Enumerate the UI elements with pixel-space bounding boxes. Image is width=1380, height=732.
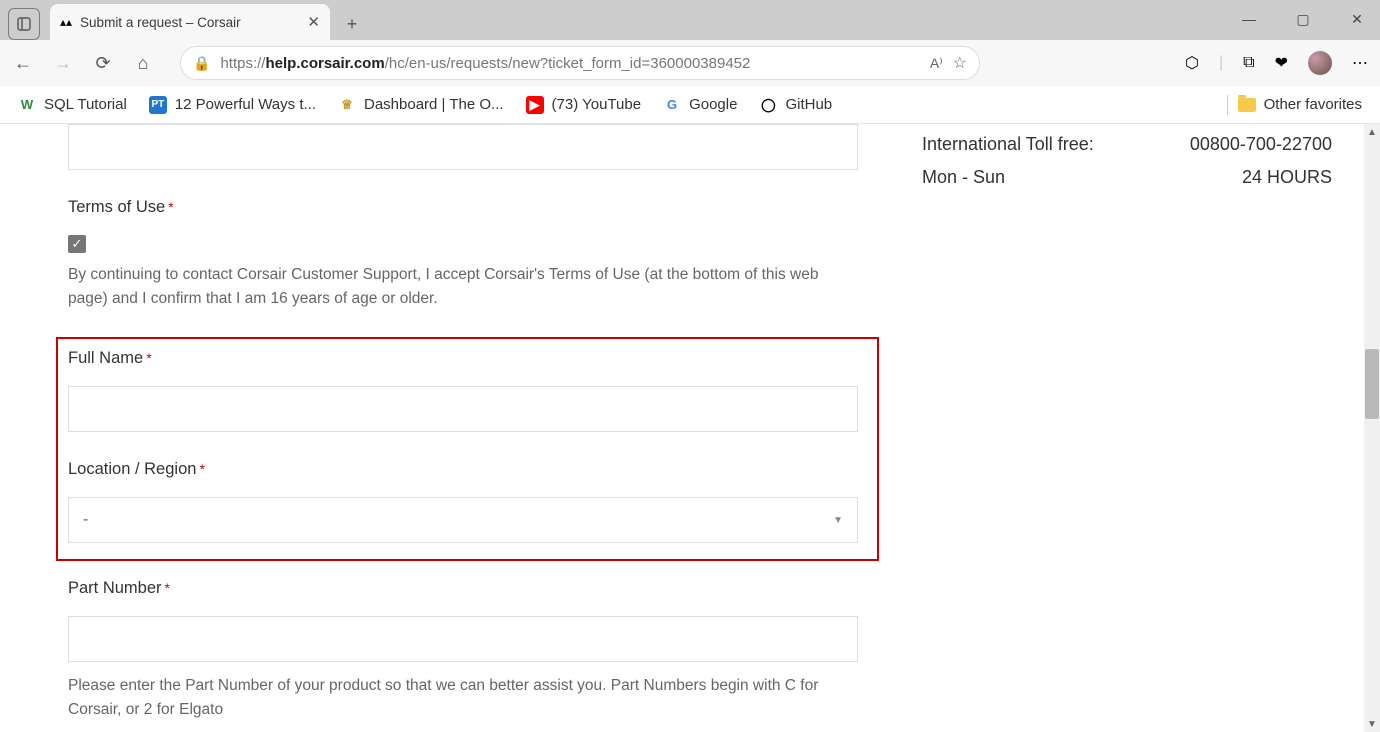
more-menu-icon[interactable]: ⋯ [1352, 53, 1368, 73]
scroll-up-icon[interactable]: ▲ [1364, 124, 1380, 140]
terms-checkbox[interactable]: ✓ [68, 235, 86, 253]
youtube-icon: ▶ [526, 96, 544, 114]
new-tab-button[interactable]: + [336, 8, 368, 40]
side-row-right: 24 HOURS [1242, 167, 1332, 188]
home-button[interactable]: ⌂ [132, 52, 154, 74]
side-row: Mon - Sun 24 HOURS [922, 167, 1332, 188]
favorite-icon[interactable]: ☆ [953, 53, 967, 73]
close-tab-icon[interactable]: ✕ [307, 13, 320, 31]
back-button[interactable]: ← [12, 52, 34, 74]
fullname-input[interactable] [68, 386, 858, 432]
bookmark-powerful[interactable]: PT 12 Powerful Ways t... [149, 96, 316, 114]
tab-strip: ▴▴ Submit a request – Corsair ✕ + [0, 0, 1380, 40]
chevron-down-icon: ▼ [833, 515, 843, 526]
minimize-button[interactable]: — [1234, 4, 1264, 34]
bookmarks-bar: W SQL Tutorial PT 12 Powerful Ways t... ♕ D… [0, 86, 1380, 124]
browser-tab[interactable]: ▴▴ Submit a request – Corsair ✕ [50, 4, 330, 40]
partnumber-help: Please enter the Part Number of your pro… [68, 674, 858, 722]
vertical-scrollbar[interactable]: ▲ ▼ [1364, 124, 1380, 732]
bookmark-google[interactable]: G Google [663, 96, 737, 114]
extensions-icon[interactable]: ⬡ [1185, 53, 1199, 73]
scroll-thumb[interactable] [1365, 349, 1379, 419]
url-path: /hc/en-us/requests/new?ticket_form_id=36… [385, 55, 751, 72]
profile-avatar[interactable] [1308, 51, 1332, 75]
fullname-field: Full Name [68, 349, 867, 432]
w3-icon: W [18, 96, 36, 114]
bookmark-sql[interactable]: W SQL Tutorial [18, 96, 127, 114]
github-icon: ◯ [759, 96, 777, 114]
other-favorites[interactable]: Other favorites [1238, 96, 1362, 113]
url-text: https://help.corsair.com/hc/en-us/reques… [220, 55, 919, 72]
nav-bar: ← → ⟳ ⌂ 🔒 https://help.corsair.com/hc/en… [0, 40, 1380, 86]
crown-icon: ♕ [338, 96, 356, 114]
address-bar[interactable]: 🔒 https://help.corsair.com/hc/en-us/requ… [180, 46, 980, 80]
url-scheme: https:// [220, 55, 265, 72]
bookmark-label: GitHub [785, 96, 832, 113]
folder-icon [1238, 98, 1256, 112]
location-label: Location / Region [68, 460, 867, 479]
location-field: Location / Region - ▼ [68, 460, 867, 543]
tab-actions-icon[interactable] [8, 8, 40, 40]
other-favorites-label: Other favorites [1264, 96, 1362, 113]
tab-title: Submit a request – Corsair [80, 15, 299, 30]
partnumber-input[interactable] [68, 616, 858, 662]
side-row-left: Mon - Sun [922, 167, 1005, 188]
location-value: - [83, 511, 833, 529]
site-info-icon[interactable]: 🔒 [193, 55, 210, 72]
url-host: help.corsair.com [265, 55, 384, 72]
bookmark-label: (73) YouTube [552, 96, 642, 113]
form-column: Terms of Use ✓ By continuing to contact … [0, 124, 1380, 732]
terms-help-text: By continuing to contact Corsair Custome… [68, 263, 858, 311]
performance-icon[interactable]: ❤ [1275, 53, 1288, 73]
fullname-label: Full Name [68, 349, 867, 368]
side-row-right: 00800-700-22700 [1190, 134, 1332, 155]
bookmark-github[interactable]: ◯ GitHub [759, 96, 832, 114]
terms-label: Terms of Use [68, 198, 858, 217]
support-info-sidebar: International Toll free: 00800-700-22700… [922, 134, 1332, 200]
bookmark-label: 12 Powerful Ways t... [175, 96, 316, 113]
partnumber-field: Part Number Please enter the Part Number… [68, 579, 858, 722]
collections-icon[interactable]: ⧉ [1243, 54, 1254, 72]
highlight-box: Full Name Location / Region - ▼ [56, 337, 879, 561]
forward-button: → [52, 52, 74, 74]
google-icon: G [663, 96, 681, 114]
bookmark-youtube[interactable]: ▶ (73) YouTube [526, 96, 642, 114]
bookmark-label: SQL Tutorial [44, 96, 127, 113]
side-row: International Toll free: 00800-700-22700 [922, 134, 1332, 155]
request-form: Terms of Use ✓ By continuing to contact … [68, 124, 858, 732]
partnumber-label: Part Number [68, 579, 858, 598]
location-dropdown[interactable]: - ▼ [68, 497, 858, 543]
pt-icon: PT [149, 96, 167, 114]
refresh-button[interactable]: ⟳ [92, 52, 114, 74]
close-window-button[interactable]: ✕ [1342, 4, 1372, 34]
terms-field: Terms of Use ✓ By continuing to contact … [68, 198, 858, 311]
bookmark-label: Google [689, 96, 737, 113]
bookmark-dashboard[interactable]: ♕ Dashboard | The O... [338, 96, 504, 114]
side-row-left: International Toll free: [922, 134, 1094, 155]
separator [1227, 95, 1228, 115]
prev-field-input[interactable] [68, 124, 858, 170]
bookmark-label: Dashboard | The O... [364, 96, 504, 113]
browser-chrome: ▴▴ Submit a request – Corsair ✕ + — ▢ ✕ … [0, 0, 1380, 124]
maximize-button[interactable]: ▢ [1288, 4, 1318, 34]
read-aloud-icon[interactable]: A⁾ [930, 55, 943, 72]
page-content: Terms of Use ✓ By continuing to contact … [0, 124, 1380, 732]
window-controls: — ▢ ✕ [1234, 4, 1372, 34]
scroll-down-icon[interactable]: ▼ [1364, 716, 1380, 732]
corsair-logo-icon: ▴▴ [60, 15, 72, 29]
